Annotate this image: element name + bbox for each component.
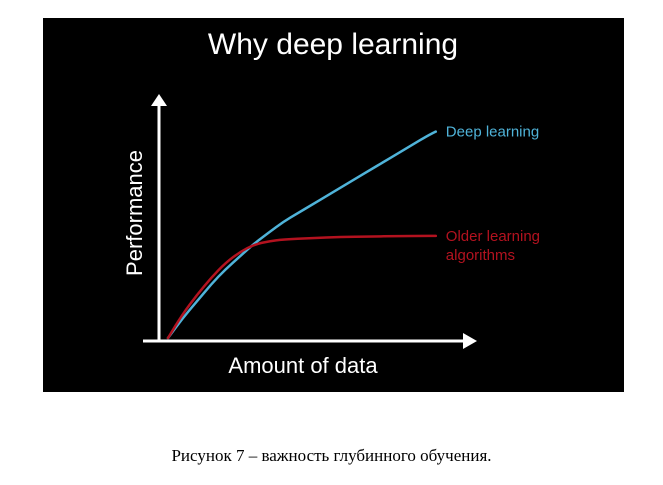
x-axis-arrowhead: [463, 333, 477, 349]
x-axis: [143, 333, 477, 349]
x-axis-label: Amount of data: [228, 353, 378, 378]
series-label-line: Older learning: [446, 228, 540, 245]
series-layer: Deep learning Older learning algorithms: [166, 124, 540, 340]
chart-title: Why deep learning: [208, 28, 458, 61]
series-label-line: algorithms: [446, 247, 515, 264]
series-label-1: Older learning algorithms: [446, 228, 540, 264]
chart-svg: Why deep learning Amount of data Perform…: [122, 28, 540, 378]
figure-caption: Рисунок 7 – важность глубинного обучения…: [171, 446, 492, 465]
y-axis-label: Performance: [122, 150, 147, 276]
y-axis-arrowhead: [151, 94, 167, 106]
y-axis: [151, 94, 167, 341]
series-line-0: [166, 130, 438, 340]
series-label-0: Deep learning: [446, 124, 539, 141]
series-label-line: Deep learning: [446, 124, 539, 141]
chart-panel: Why deep learning Amount of data Perform…: [43, 18, 624, 392]
